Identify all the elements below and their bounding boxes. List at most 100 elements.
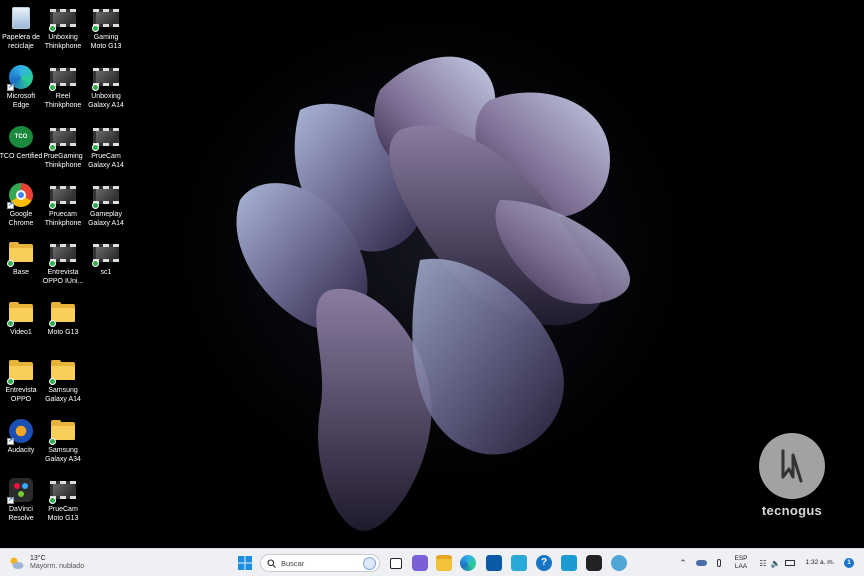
app-icon — [611, 555, 627, 571]
desktop-icon[interactable]: sc1 — [85, 240, 127, 278]
video-file-icon — [92, 240, 119, 267]
desktop-icon-label: sc1 — [100, 269, 112, 276]
desktop-icon[interactable]: Gameplay Galaxy A14 — [85, 182, 127, 228]
sync-status-icon — [92, 202, 99, 209]
help-button[interactable]: ? — [536, 549, 552, 576]
search-placeholder: Buscar — [281, 558, 305, 568]
desktop-icon-label: PrueGaming Thinkphone — [43, 153, 83, 169]
desktop-icon-label: Entrevista OPPO — [5, 387, 37, 403]
microphone-tray[interactable] — [713, 549, 725, 576]
folder-icon — [49, 358, 76, 385]
partly-cloudy-icon — [10, 557, 24, 569]
audacity-icon: ↗ — [7, 418, 34, 445]
sync-status-icon — [92, 144, 99, 151]
recycle-bin-icon — [8, 5, 34, 31]
sync-status-icon — [7, 378, 14, 385]
store-icon — [486, 555, 502, 571]
davinci-taskbar-button[interactable] — [586, 549, 602, 576]
sync-status-icon — [49, 144, 56, 151]
onedrive-tray[interactable] — [695, 549, 707, 576]
sync-status-icon — [92, 260, 99, 267]
desktop-icon[interactable]: ↗ DaVinci Resolve — [0, 477, 42, 523]
sync-status-icon — [49, 202, 56, 209]
desktop-icon-label: Gaming Moto G13 — [90, 34, 122, 50]
video-file-icon — [92, 5, 119, 32]
task-view-icon — [390, 557, 402, 569]
teams-button[interactable] — [412, 549, 428, 576]
sync-status-icon — [92, 84, 99, 91]
desktop-icon[interactable]: Papelera de reciclaje — [0, 5, 42, 51]
desktop-icon[interactable]: Pruecam Thinkphone — [42, 182, 84, 228]
desktop-icon-label: Entrevista OPPO IUni... — [42, 269, 84, 285]
desktop-icon[interactable]: ↗ Google Chrome — [0, 182, 42, 228]
app-button[interactable] — [611, 549, 627, 576]
desktop-icon-label: Unboxing Galaxy A14 — [88, 93, 124, 109]
audacity-taskbar-button[interactable] — [510, 549, 528, 576]
file-explorer-icon — [436, 555, 452, 571]
onedrive-icon — [695, 560, 707, 566]
fox-app-icon — [561, 555, 577, 571]
desktop-icon[interactable]: PrueGaming Thinkphone — [42, 124, 84, 170]
desktop-icon-label: PrueCam Moto G13 — [47, 506, 79, 522]
desktop-icon-label: Base — [13, 269, 29, 276]
desktop-icon[interactable]: Video1 — [0, 300, 42, 338]
notification-badge: 1 — [844, 558, 854, 568]
desktop-icon-label: Samsung Galaxy A34 — [45, 447, 81, 463]
desktop-icon[interactable]: Unboxing Galaxy A14 — [85, 64, 127, 110]
taskbar: 13°C Mayorm. nublado Buscar ? ⌃ ESP LAA … — [0, 548, 864, 576]
desktop-icon[interactable]: Reel Thinkphone — [42, 64, 84, 110]
quick-settings-button[interactable]: ☷ 🔈 — [757, 549, 797, 576]
davinci-resolve-icon — [586, 555, 602, 571]
sync-status-icon — [7, 320, 14, 327]
desktop-icon[interactable]: Unboxing Thinkphone — [42, 5, 84, 51]
taskbar-search-box[interactable]: Buscar — [260, 554, 380, 572]
desktop-icon[interactable]: Gaming Moto G13 — [85, 5, 127, 51]
sync-status-icon — [49, 84, 56, 91]
desktop-icon[interactable]: Entrevista OPPO — [0, 358, 42, 404]
desktop-icon[interactable]: ↗ Microsoft Edge — [0, 64, 42, 110]
language-indicator[interactable]: ESP LAA — [731, 549, 751, 576]
video-file-icon — [49, 5, 76, 32]
windows-start-icon — [238, 556, 252, 570]
desktop-icon[interactable]: PrueCam Galaxy A14 — [85, 124, 127, 170]
show-hidden-icons-button[interactable]: ⌃ — [678, 549, 688, 576]
folder-icon — [49, 418, 76, 445]
audacity-icon — [511, 555, 527, 571]
start-button[interactable] — [236, 549, 254, 576]
video-file-icon — [49, 64, 76, 91]
sync-status-icon — [49, 378, 56, 385]
desktop-icon-label: Microsoft Edge — [6, 93, 36, 109]
desktop-icon[interactable]: Base — [0, 240, 42, 278]
store-button[interactable] — [486, 549, 502, 576]
file-explorer-button[interactable] — [436, 549, 452, 576]
desktop-icon-label: Video1 — [10, 329, 32, 336]
weather-temp: 13°C — [30, 555, 46, 562]
video-file-icon — [49, 182, 76, 209]
task-view-button[interactable] — [388, 549, 404, 576]
fox-app-button[interactable] — [561, 549, 577, 576]
shortcut-arrow-icon: ↗ — [7, 84, 14, 91]
desktop-icon[interactable]: Moto G13 — [42, 300, 84, 338]
desktop-icon-label: TCO Certified — [0, 153, 43, 160]
folder-icon — [7, 300, 34, 327]
desktop-icon[interactable]: PrueCam Moto G13 — [42, 477, 84, 523]
edge-taskbar-button[interactable] — [460, 549, 476, 576]
desktop-icon[interactable]: Samsung Galaxy A14 — [42, 358, 84, 404]
clock[interactable]: 1:32 a. m. — [804, 549, 836, 576]
desktop-icon[interactable]: ↗ Audacity — [0, 418, 42, 456]
notifications-button[interactable]: 1 — [842, 549, 856, 576]
desktop-icon[interactable]: Entrevista OPPO IUni... — [42, 240, 84, 286]
edge-icon: ↗ — [7, 64, 34, 91]
battery-icon — [784, 560, 795, 566]
shortcut-arrow-icon: ↗ — [7, 438, 14, 445]
desktop-icon[interactable]: Samsung Galaxy A34 — [42, 418, 84, 464]
sync-status-icon — [7, 260, 14, 267]
desktop-icon[interactable]: TCO TCO Certified — [0, 124, 42, 162]
keyboard-layout: LAA — [734, 563, 748, 570]
weather-widget[interactable]: 13°C Mayorm. nublado — [8, 549, 98, 576]
weather-desc: Mayorm. nublado — [30, 563, 85, 570]
tecnogus-logo-icon — [759, 433, 825, 499]
video-file-icon — [49, 477, 76, 504]
shortcut-arrow-icon: ↗ — [7, 202, 14, 209]
chevron-up-icon: ⌃ — [679, 557, 687, 568]
